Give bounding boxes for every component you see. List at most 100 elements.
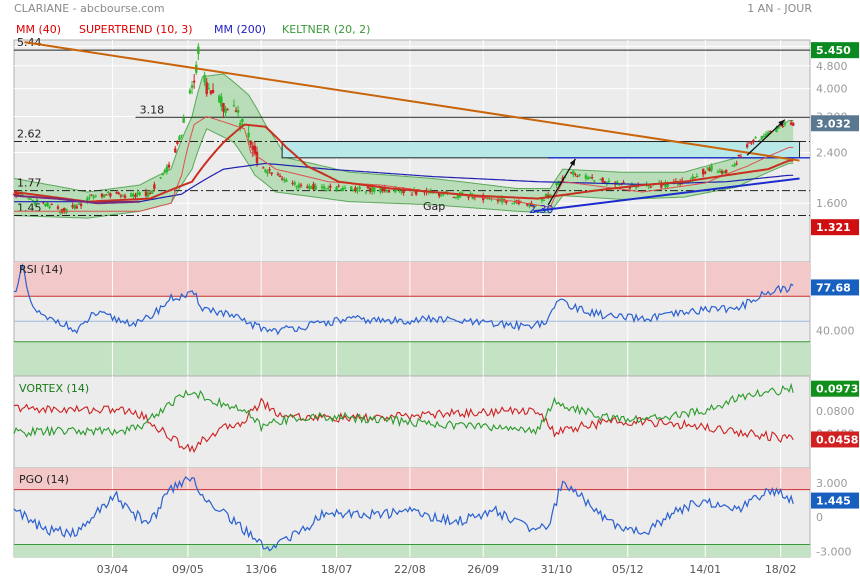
- candle-body: [792, 123, 795, 126]
- pgo-upper-zone: [14, 468, 810, 490]
- candle-body: [42, 202, 45, 204]
- vortex-y-tick-0: 0.0800: [816, 405, 855, 418]
- candle-body: [306, 186, 309, 188]
- candle-body: [701, 168, 705, 175]
- candle-body: [693, 177, 696, 179]
- price-y-tick-4: 2.400: [816, 147, 848, 160]
- candle-body: [192, 80, 196, 83]
- candle-body: [94, 195, 97, 197]
- x-tick-label-0: 03/04: [97, 563, 129, 576]
- candle-body: [337, 185, 340, 187]
- candle-body: [220, 96, 223, 107]
- candle-body: [180, 134, 183, 136]
- candle-body: [733, 164, 736, 167]
- candle-body: [176, 141, 179, 144]
- candle-body: [299, 184, 303, 186]
- candle-body: [104, 194, 108, 196]
- candle-body: [77, 203, 81, 205]
- candle-body: [322, 186, 326, 189]
- candle-body: [44, 204, 47, 207]
- candle-body: [144, 191, 148, 196]
- candle-body: [572, 170, 575, 175]
- candle-body: [607, 180, 611, 182]
- candle-body: [578, 174, 581, 176]
- candle-body: [88, 197, 91, 199]
- candle-body: [588, 177, 592, 179]
- candle-body: [314, 185, 317, 190]
- x-tick-label-1: 09/05: [172, 563, 204, 576]
- candle-body: [207, 88, 211, 90]
- candle-body: [373, 188, 376, 192]
- candle-body: [136, 192, 139, 195]
- candle-body: [285, 179, 288, 182]
- period-label: 1 AN - JOUR: [747, 2, 812, 15]
- x-tick-label-3: 18/07: [321, 563, 353, 576]
- candle-body: [190, 85, 194, 88]
- candle-body: [789, 122, 793, 125]
- candle-body: [31, 199, 35, 201]
- candle-body: [241, 118, 244, 122]
- rsi-overbought-zone: [14, 262, 810, 297]
- candle-body: [329, 185, 332, 188]
- candle-body: [251, 145, 254, 151]
- candle-body: [364, 191, 368, 193]
- x-tick-label-4: 22/08: [394, 563, 426, 576]
- candle-body: [570, 172, 573, 174]
- candle-body: [236, 109, 240, 113]
- vortex-panel: [13, 375, 811, 469]
- candle-body: [354, 187, 357, 191]
- candle-body: [79, 203, 83, 206]
- candle-body: [339, 189, 342, 191]
- candle-body: [593, 180, 596, 182]
- chart-svg: 5.6004.8004.0003.2002.4001.6005.443.182.…: [12, 2, 859, 576]
- candle-body: [153, 184, 156, 189]
- candle-body: [161, 173, 164, 176]
- candle-body: [505, 201, 508, 203]
- vortex-panel-title: VORTEX (14): [19, 382, 89, 395]
- pgo-y-tick-2: -3.000: [816, 545, 851, 558]
- rsi-panel-title: RSI (14): [19, 263, 63, 276]
- candle-body: [410, 194, 414, 196]
- candle-body: [718, 170, 722, 173]
- candle-body: [762, 135, 766, 137]
- candle-body: [266, 171, 269, 174]
- candle-body: [73, 204, 76, 209]
- candle-body: [511, 203, 514, 205]
- price-y-tick-2: 4.000: [816, 83, 848, 96]
- candle-body: [695, 176, 699, 178]
- candle-body: [33, 202, 37, 205]
- candle-body: [58, 211, 62, 213]
- candle-body: [371, 187, 374, 193]
- candle-body: [138, 192, 141, 195]
- candle-body: [247, 132, 250, 138]
- candle-body: [276, 173, 280, 175]
- x-tick-label-8: 14/01: [689, 563, 721, 576]
- x-tick-label-7: 05/12: [612, 563, 644, 576]
- candle-body: [218, 95, 221, 103]
- candle-body: [350, 186, 353, 190]
- x-tick-label-9: 18/02: [765, 563, 797, 576]
- candle-body: [174, 148, 177, 153]
- candle-body: [368, 188, 372, 192]
- candle-body: [100, 193, 104, 197]
- candle-body: [343, 187, 347, 189]
- candle-body: [366, 186, 370, 189]
- chart-stage: 5.6004.8004.0003.2002.4001.6005.443.182.…: [0, 0, 860, 580]
- candle-body: [324, 190, 328, 192]
- candle-body: [224, 108, 227, 113]
- x-tick-label-6: 31/10: [541, 563, 573, 576]
- candle-body: [109, 193, 112, 197]
- candle-body: [27, 198, 30, 200]
- candle-body: [722, 171, 726, 174]
- candle-body: [151, 190, 154, 194]
- candle-body: [469, 193, 472, 195]
- candle-body: [555, 183, 558, 186]
- badge-5450: 5.450: [816, 44, 851, 57]
- candle-body: [783, 123, 787, 125]
- pgo-panel-title: PGO (14): [19, 473, 69, 486]
- candle-body: [264, 169, 267, 172]
- level-label-3: 1.77: [17, 177, 42, 190]
- candle-body: [222, 103, 225, 112]
- candle-body: [107, 191, 110, 193]
- candle-body: [454, 196, 458, 198]
